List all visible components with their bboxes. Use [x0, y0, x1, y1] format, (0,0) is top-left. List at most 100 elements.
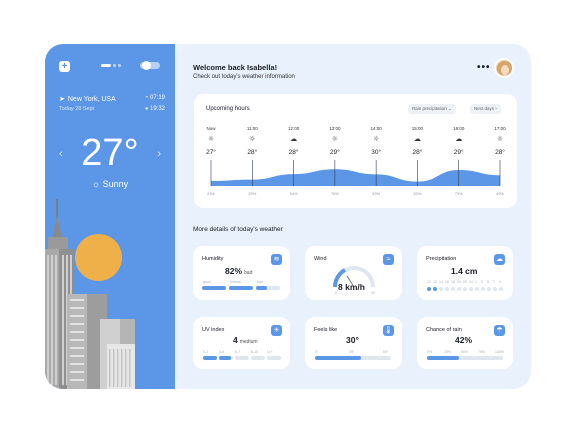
- hour-precip: 23%: [207, 191, 215, 196]
- hour-precip: 53%: [372, 191, 380, 196]
- hour-time: 15:00: [412, 126, 424, 131]
- hour-time: 17:00: [494, 126, 506, 131]
- hour-time: 14:00: [371, 126, 383, 131]
- welcome-title: Welcome back Isabella!: [193, 63, 278, 72]
- precipitation-hour-label: 3: [481, 280, 483, 284]
- sun-icon: ☼: [91, 179, 101, 189]
- uv-scale-segment: [251, 356, 265, 360]
- feels-like-bar: [315, 356, 391, 360]
- uv-scale-label: 0-2: [203, 350, 209, 354]
- hour-temp: 29°: [454, 148, 464, 156]
- current-temperature: 27°: [81, 132, 139, 174]
- precipitation-hour-label: 12: [433, 280, 437, 284]
- hour-temp: 28°: [289, 148, 299, 156]
- sun-icon: ☼: [373, 135, 379, 143]
- wind-min: 0: [335, 291, 337, 295]
- precipitation-hour-bar: [487, 287, 491, 291]
- humidity-card[interactable]: Humidity ≋ 82% bad good normal bad: [193, 246, 290, 300]
- precipitation-hour-bar: [451, 287, 455, 291]
- theme-toggle[interactable]: [140, 61, 160, 70]
- uv-scale-segment: [219, 356, 233, 360]
- hourly-chart: Now ☼ 27° 23% 11:00 ☼ 28° 29% 12:00 ☁ 28° 54% 13:00 ☼…: [206, 126, 506, 196]
- hour-precip: 49%: [496, 191, 504, 196]
- precipitation-hour-label: 16: [445, 280, 449, 284]
- current-condition: ☼ Sunny: [91, 179, 129, 189]
- uv-label: UV index: [202, 327, 225, 333]
- humidity-value: 82% bad: [225, 266, 253, 276]
- chance-of-rain-label: Chance of rain: [426, 327, 462, 333]
- precipitation-hour-label: 24: [469, 280, 473, 284]
- humidity-label: Humidity: [202, 256, 224, 262]
- chance-of-rain-card[interactable]: Chance of rain ☂ 42% 0% 25% 50% 75% 100%: [417, 317, 513, 369]
- precipitation-hour-bar: [445, 287, 449, 291]
- sun-icon: ☼: [249, 135, 255, 143]
- precipitation-hour-bar: [475, 287, 479, 291]
- precipitation-hour-bar: [439, 287, 443, 291]
- hour-temp: 28°: [495, 148, 505, 156]
- wind-max: 40: [371, 291, 375, 295]
- feels-like-value: 30°: [346, 335, 359, 345]
- humidity-scale-bad: bad: [257, 280, 263, 284]
- humidity-scale-good: good: [203, 280, 211, 284]
- hour-temp: 29°: [330, 148, 340, 156]
- upcoming-hours-card: Upcoming hours Rain precipitation ⌄ Next…: [194, 94, 517, 208]
- hour-temp: 28°: [247, 148, 257, 156]
- hour-time: 11:00: [247, 126, 258, 131]
- precipitation-hour-bar: [427, 287, 431, 291]
- hour-temp: 28°: [413, 148, 423, 156]
- uv-scale-segment-fill: [219, 356, 232, 360]
- feels-scale-1: 25°: [349, 350, 355, 354]
- uv-index-card[interactable]: UV index ☀ 4 medium 0-2 3-5 6-7 8-10 11+: [193, 317, 290, 369]
- uv-scale-label: 6-7: [235, 350, 241, 354]
- rain-scale-label: 75%: [478, 350, 486, 354]
- sun-icon: ☼: [332, 135, 338, 143]
- uv-scale-segment: [235, 356, 249, 360]
- welcome-subtitle: Check out today's weather information: [193, 74, 295, 80]
- humidity-scale-normal: normal: [230, 280, 241, 284]
- wind-card[interactable]: Wind ≈ 0 40 8 km/h: [305, 246, 402, 300]
- uv-scale-segment: [203, 356, 217, 360]
- weather-app: + ➤ New York, USA Today 28 Sept ◔ 07:19 …: [45, 44, 531, 389]
- hour-time: 13:00: [329, 126, 341, 131]
- rain-scale-label: 50%: [461, 350, 469, 354]
- sunrise-icon: ◔: [144, 95, 149, 101]
- uv-scale-label: 3-5: [219, 350, 225, 354]
- avatar[interactable]: [494, 58, 514, 78]
- hour-precip: 29%: [248, 191, 256, 196]
- cloud-icon: ☁: [414, 135, 421, 143]
- details-title: More details of today's weather: [193, 226, 283, 233]
- uv-scale-label: 8-10: [251, 350, 259, 354]
- precipitation-hour-bar: [469, 287, 473, 291]
- hour-precip: 20%: [413, 191, 421, 196]
- location-label: New York, USA: [67, 95, 116, 103]
- location[interactable]: ➤ New York, USA: [59, 95, 116, 104]
- feels-scale-0: 0°: [315, 350, 319, 354]
- hour-precip: 76%: [331, 191, 339, 196]
- precipitation-hour-label: 20: [457, 280, 461, 284]
- feels-like-card[interactable]: Feels like 🌡 30° 0° 25° 50°: [305, 317, 402, 369]
- rain-bar-fill: [427, 356, 459, 360]
- hour-precip: 54%: [290, 191, 298, 196]
- city-illustration: [45, 199, 135, 389]
- precipitation-hour-label: 1: [475, 280, 477, 284]
- precipitation-area: [211, 169, 500, 186]
- humidity-seg-3-fill: [256, 286, 268, 290]
- precipitation-hour-label: 9: [499, 280, 501, 284]
- uv-scale-segment-fill: [203, 356, 217, 360]
- humidity-icon: ≋: [271, 254, 282, 265]
- hour-temp: 30°: [371, 148, 381, 156]
- hour-time: 16:00: [453, 126, 465, 131]
- page-dots[interactable]: [101, 64, 121, 67]
- sun-icon: ☼: [208, 135, 214, 143]
- more-options-icon[interactable]: •••: [477, 62, 491, 73]
- rain-scale-label: 25%: [444, 350, 452, 354]
- precipitation-hour-label: 7: [493, 280, 495, 284]
- wind-value: 8 km/h: [338, 282, 365, 292]
- feels-like-label: Feels like: [314, 327, 338, 333]
- add-location-button[interactable]: +: [59, 61, 70, 72]
- precipitation-hour-bar: [457, 287, 461, 291]
- uv-value: 4 medium: [233, 335, 258, 345]
- uv-sun-icon: ☀: [271, 325, 282, 336]
- precipitation-card[interactable]: Precipitation ☁ 1.4 cm 10 12 14 16 18 20 22 24 1…: [417, 246, 513, 300]
- precipitation-hour-bar: [493, 287, 497, 291]
